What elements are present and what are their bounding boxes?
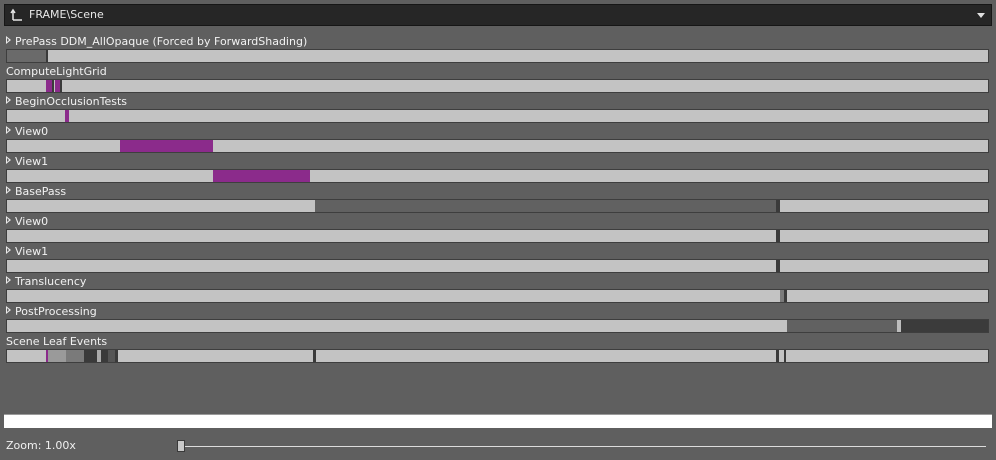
expand-triangle-icon[interactable] (6, 96, 11, 104)
event-timeline-bar[interactable] (6, 349, 989, 363)
event-timing-segment[interactable] (115, 350, 119, 362)
event-timing-segment[interactable] (120, 140, 214, 152)
event-timeline-bar[interactable] (6, 139, 989, 153)
event-label[interactable]: PostProcessing (6, 305, 97, 319)
event-label: ComputeLightGrid (6, 65, 107, 79)
event-timeline-bar[interactable] (6, 169, 989, 183)
event-label[interactable]: View1 (6, 245, 48, 259)
expand-triangle-icon[interactable] (6, 186, 11, 194)
event-timing-segment[interactable] (783, 290, 787, 302)
event-timing-segment[interactable] (775, 260, 780, 272)
event-label: Scene Leaf Events (6, 335, 107, 349)
event-timing-segment[interactable] (314, 200, 776, 212)
event-timing-segment[interactable] (108, 350, 116, 362)
event-label[interactable]: PrePass DDM_AllOpaque (Forced by Forward… (6, 35, 307, 49)
event-timing-segment[interactable] (7, 50, 47, 62)
event-label[interactable]: Translucency (6, 275, 86, 289)
expand-triangle-icon[interactable] (6, 276, 11, 284)
event-label-text: Scene Leaf Events (6, 335, 108, 348)
event-timing-segment[interactable] (783, 350, 786, 362)
event-timing-segment[interactable] (786, 320, 897, 332)
event-label-text: View1 (15, 155, 49, 168)
event-timeline-bar[interactable] (6, 319, 989, 333)
event-timing-segment[interactable] (101, 350, 109, 362)
expand-triangle-icon[interactable] (6, 36, 11, 44)
expand-triangle-icon[interactable] (6, 246, 11, 254)
event-timeline-bar[interactable] (6, 229, 989, 243)
event-label[interactable]: View0 (6, 125, 48, 139)
event-timing-segment[interactable] (52, 80, 55, 92)
event-label[interactable]: View1 (6, 155, 48, 169)
event-timeline-bar[interactable] (6, 199, 989, 213)
event-label-text: PrePass DDM_AllOpaque (Forced by Forward… (15, 35, 308, 48)
event-timeline-bar[interactable] (6, 79, 989, 93)
zoom-label: Zoom: 1.00x (6, 439, 76, 452)
event-label-text: View1 (15, 245, 49, 258)
event-timing-segment[interactable] (65, 350, 84, 362)
event-label-text: ComputeLightGrid (6, 65, 107, 78)
event-timing-segment[interactable] (60, 80, 63, 92)
event-label-text: View0 (15, 215, 49, 228)
event-timing-segment[interactable] (312, 350, 316, 362)
event-label-text: BasePass (15, 185, 67, 198)
expand-triangle-icon[interactable] (6, 156, 11, 164)
event-label[interactable]: BeginOcclusionTests (6, 95, 127, 109)
zoom-slider-track[interactable] (178, 446, 986, 447)
event-timeline-bar[interactable] (6, 289, 989, 303)
expand-triangle-icon[interactable] (6, 126, 11, 134)
event-timeline-bar[interactable] (6, 109, 989, 123)
event-timing-segment[interactable] (64, 110, 69, 122)
event-label-text: View0 (15, 125, 49, 138)
zoom-slider-thumb[interactable] (177, 440, 185, 452)
event-label-text: Translucency (15, 275, 87, 288)
event-timing-segment[interactable] (213, 170, 310, 182)
event-timing-segment[interactable] (900, 320, 988, 332)
frame-path-bar[interactable]: FRAME\Scene (4, 4, 992, 26)
event-timing-segment[interactable] (48, 350, 66, 362)
event-label-text: BeginOcclusionTests (15, 95, 127, 108)
expand-triangle-icon[interactable] (6, 216, 11, 224)
folder-up-icon[interactable] (10, 8, 24, 22)
event-label[interactable]: BasePass (6, 185, 66, 199)
horizontal-scrollbar[interactable] (4, 414, 992, 428)
event-timing-segment[interactable] (775, 230, 780, 242)
event-timing-segment[interactable] (83, 350, 98, 362)
frame-path-text: FRAME\Scene (29, 8, 104, 21)
event-timeline-bar[interactable] (6, 259, 989, 273)
event-timeline-bar[interactable] (6, 49, 989, 63)
event-timing-segment[interactable] (775, 350, 779, 362)
event-timing-segment[interactable] (775, 200, 780, 212)
expand-triangle-icon[interactable] (6, 306, 11, 314)
chevron-down-icon[interactable] (977, 13, 985, 18)
event-timing-segment[interactable] (46, 50, 49, 62)
event-label-text: PostProcessing (15, 305, 97, 318)
event-label[interactable]: View0 (6, 215, 48, 229)
